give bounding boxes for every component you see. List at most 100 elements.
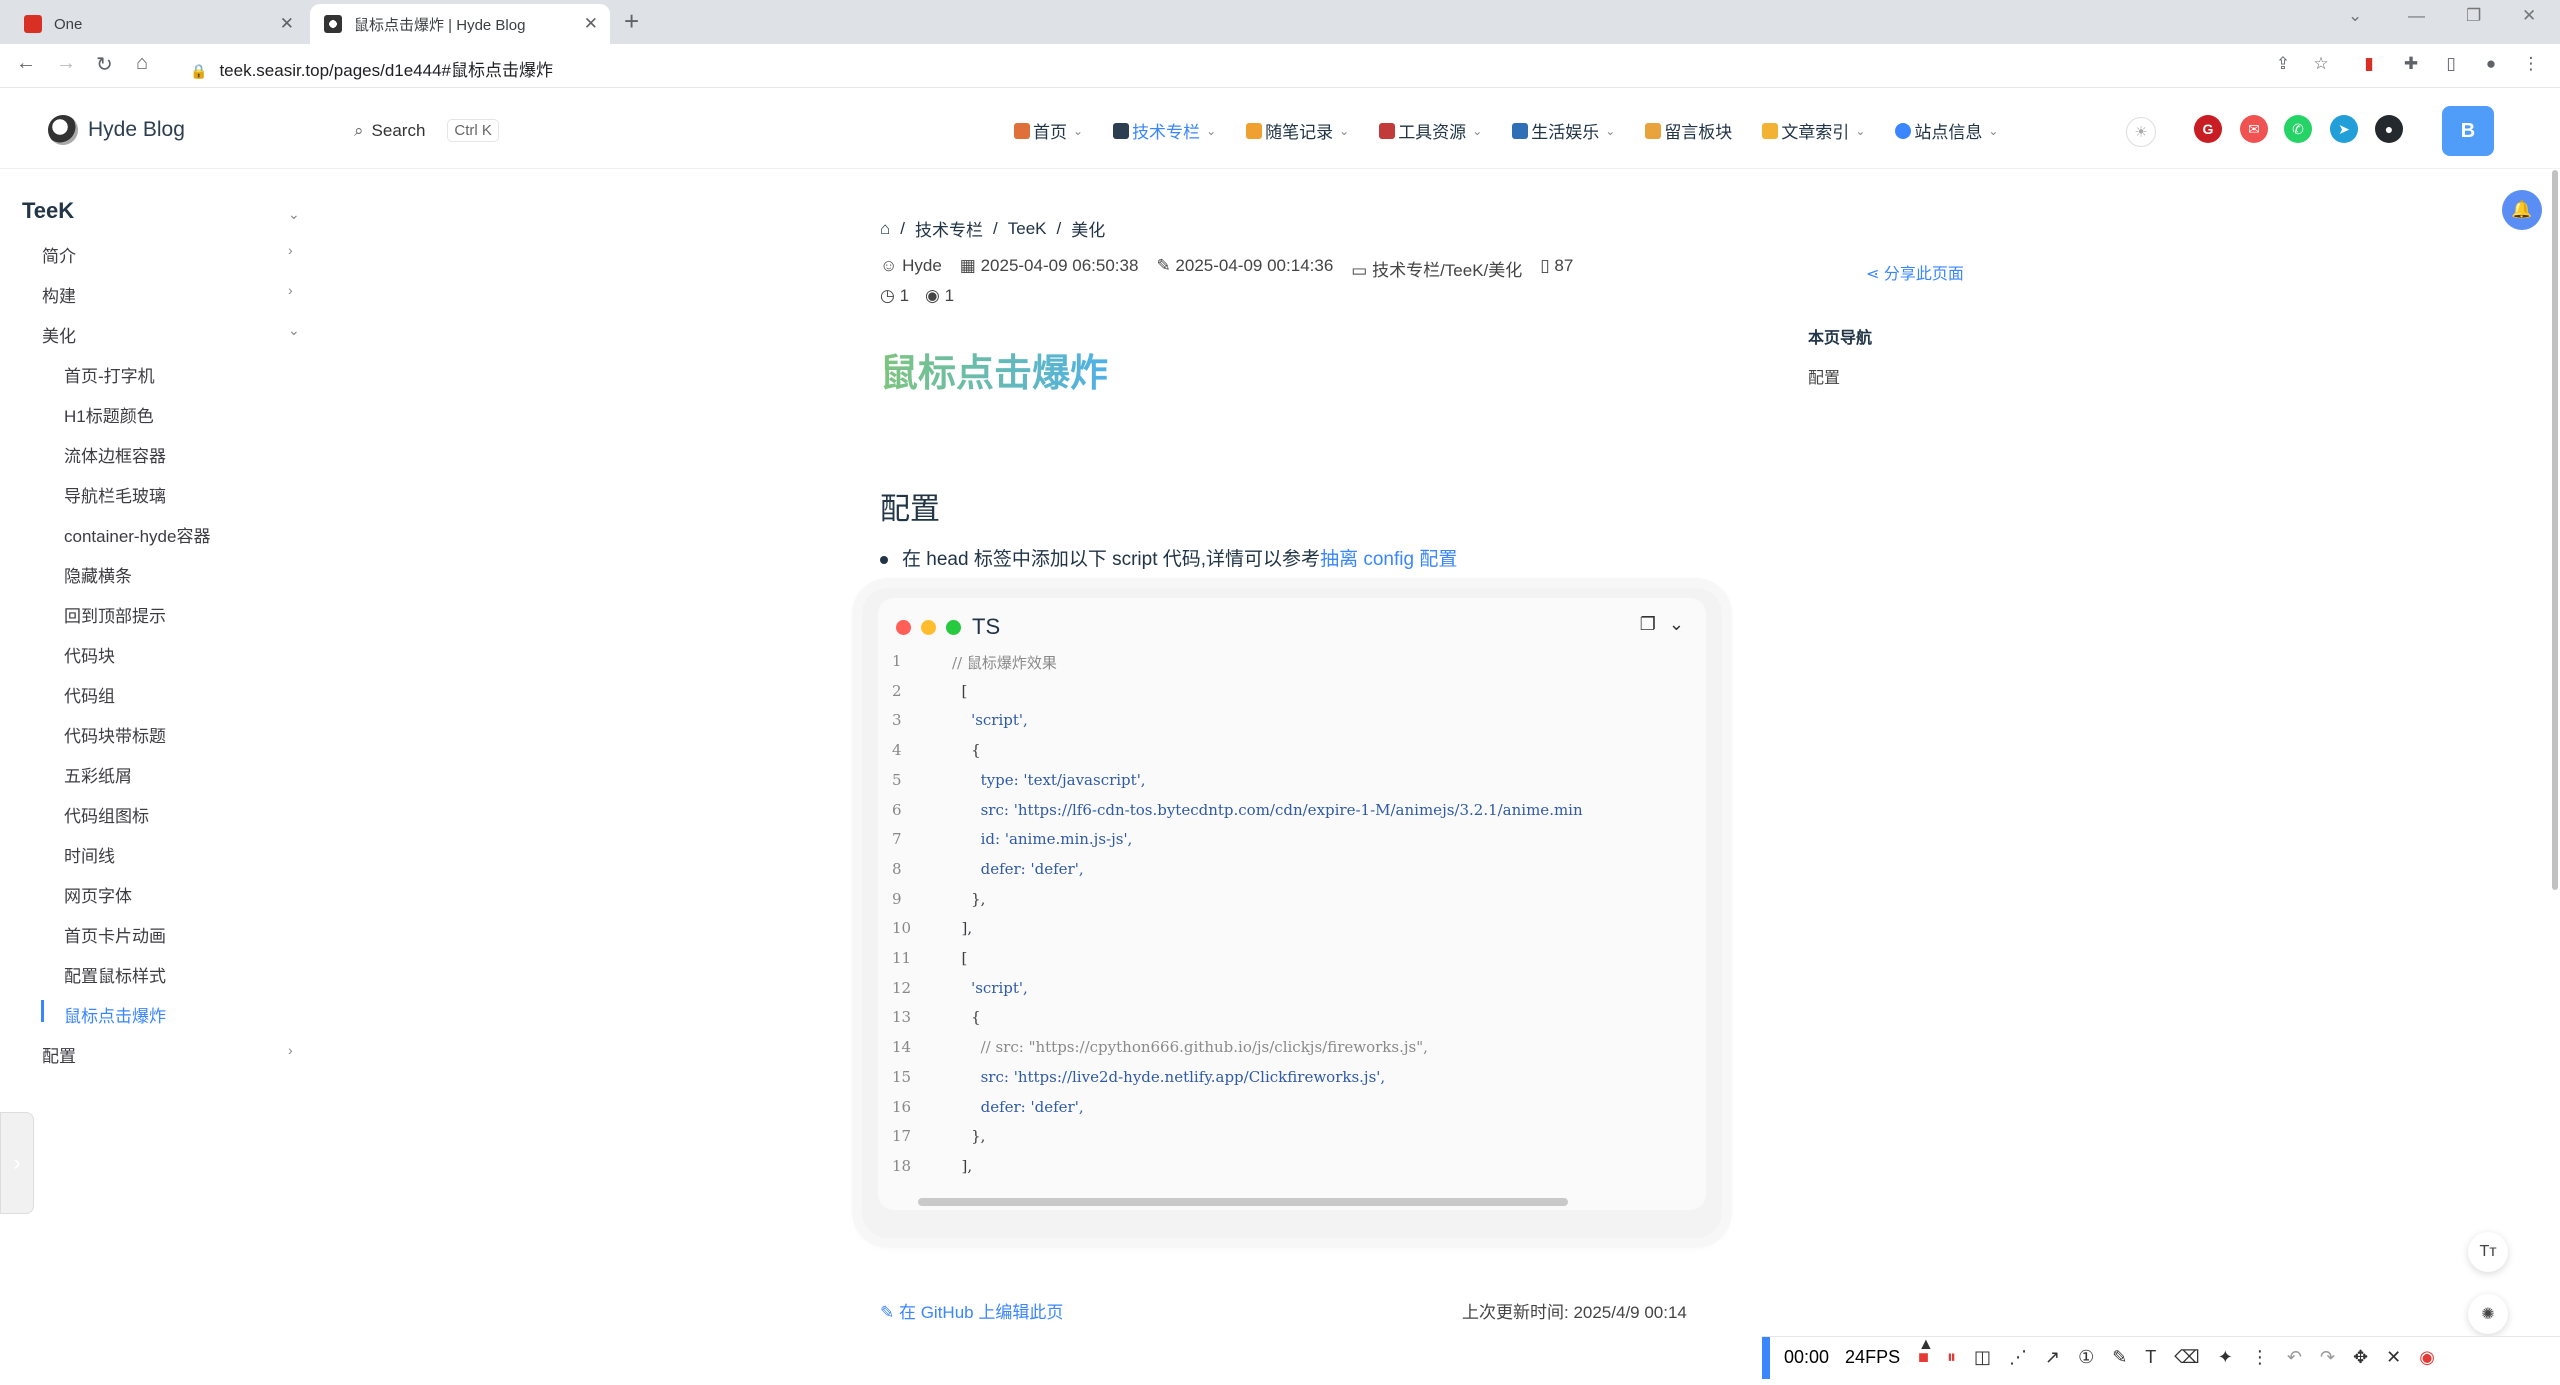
gitee-icon[interactable]: G xyxy=(2194,115,2222,143)
sidebar-child[interactable]: 回到顶部提示 xyxy=(64,602,166,627)
undo-icon[interactable]: ↶ xyxy=(2287,1347,2302,1368)
tab-search-icon[interactable]: ⌄ xyxy=(2348,6,2362,26)
redo-icon[interactable]: ↷ xyxy=(2320,1347,2335,1368)
email-icon[interactable]: ✉ xyxy=(2240,115,2268,143)
reload-icon[interactable]: ↻ xyxy=(96,52,113,77)
new-tab-button[interactable]: + xyxy=(624,6,639,37)
recorder-handle[interactable] xyxy=(1762,1336,1770,1379)
close-recorder-icon[interactable]: ✕ xyxy=(2386,1347,2401,1368)
eraser-tool-icon[interactable]: ⌫ xyxy=(2174,1347,2199,1368)
browser-menu-icon[interactable]: ⋮ xyxy=(2520,54,2542,76)
sidebar-child[interactable]: 导航栏毛玻璃 xyxy=(64,482,166,507)
extensions-puzzle-icon[interactable]: ✚ xyxy=(2400,54,2422,76)
sidebar-child[interactable]: 隐藏横条 xyxy=(64,562,132,587)
more-options-icon[interactable]: ⋮ xyxy=(2251,1347,2269,1368)
user-avatar[interactable]: B xyxy=(2442,106,2494,156)
side-panel-icon[interactable]: ▯ xyxy=(2440,54,2462,76)
config-link[interactable]: 抽离 config 配置 xyxy=(1320,549,1457,570)
chevron-down-icon[interactable]: ⌄ xyxy=(288,322,300,339)
loading-spinner-icon[interactable]: ✺ xyxy=(2468,1294,2508,1334)
minimize-icon[interactable]: — xyxy=(2408,6,2425,26)
sidebar-child[interactable]: 五彩纸屑 xyxy=(64,762,132,787)
edit-on-github-link[interactable]: ✎ 在 GitHub 上编辑此页 xyxy=(880,1298,1063,1323)
share-page-icon[interactable]: ⇪ xyxy=(2272,54,2294,76)
sidebar-item-build[interactable]: 构建 xyxy=(42,282,76,307)
nav-item-siteinfo[interactable]: 站点信息 ⌄ xyxy=(1895,118,1998,143)
chevron-right-icon[interactable]: › xyxy=(288,242,293,258)
spotlight-tool-icon[interactable]: ✦ xyxy=(2218,1347,2233,1368)
page-scrollbar[interactable] xyxy=(2550,170,2560,890)
chevron-right-icon[interactable]: › xyxy=(288,282,293,298)
sidebar-child[interactable]: 代码组 xyxy=(64,682,115,707)
nav-item-tools[interactable]: 工具资源 ⌄ xyxy=(1379,118,1482,143)
chevron-down-icon[interactable]: ⌄ xyxy=(288,206,300,223)
category-meta[interactable]: ▭ 技术专栏/TeeK/美化 xyxy=(1351,256,1522,281)
text-tool-icon[interactable]: T xyxy=(2145,1347,2156,1368)
shape-tool-icon[interactable]: ◫ xyxy=(1974,1347,1991,1368)
telegram-icon[interactable]: ➤ xyxy=(2330,115,2358,143)
nav-item-life[interactable]: 生活娱乐 ⌄ xyxy=(1512,118,1615,143)
sidebar-child[interactable]: 首页卡片动画 xyxy=(64,922,166,947)
nav-item-guestbook[interactable]: 留言板块 xyxy=(1645,118,1732,143)
collapse-chevron-icon[interactable]: ⌄ xyxy=(1669,614,1684,634)
sidebar-child[interactable]: H1标题颜色 xyxy=(64,402,154,427)
font-size-icon[interactable]: Tт xyxy=(2468,1232,2508,1272)
scrollbar-thumb[interactable] xyxy=(2552,170,2558,890)
sidebar-child[interactable]: 首页-打字机 xyxy=(64,362,155,387)
nav-item-home[interactable]: 首页 ⌄ xyxy=(1014,118,1083,143)
sidebar-child[interactable]: container-hyde容器 xyxy=(64,522,210,547)
tab-close-icon[interactable]: ✕ xyxy=(584,14,598,34)
home-icon[interactable]: ⌂ xyxy=(136,52,148,75)
code-horizontal-scrollbar[interactable] xyxy=(918,1198,1568,1206)
pen-tool-icon[interactable]: ✎ xyxy=(2112,1347,2127,1368)
extension-red-icon[interactable]: ▮ xyxy=(2358,54,2380,76)
breadcrumb-item[interactable]: 美化 xyxy=(1071,216,1105,241)
window-close-icon[interactable]: ✕ xyxy=(2522,6,2536,26)
sidebar-child[interactable]: 网页字体 xyxy=(64,882,132,907)
profile-icon[interactable]: ● xyxy=(2480,54,2502,76)
sidebar-child[interactable]: 配置鼠标样式 xyxy=(64,962,166,987)
sidebar-child-active[interactable]: 鼠标点击爆炸 xyxy=(64,1002,166,1027)
home-icon[interactable]: ⌂ xyxy=(880,219,890,239)
restore-icon[interactable]: ❐ xyxy=(2466,6,2481,26)
notification-bell-icon[interactable]: 🔔 xyxy=(2502,190,2542,230)
chevron-right-icon[interactable]: › xyxy=(288,1042,293,1058)
toc-item[interactable]: 配置 xyxy=(1808,364,1840,388)
browser-tab-one[interactable]: One ✕ xyxy=(10,4,306,44)
sidebar-item-config[interactable]: 配置 xyxy=(42,1042,76,1067)
browser-tab-hyde-blog[interactable]: 鼠标点击爆炸 | Hyde Blog ✕ xyxy=(310,4,610,44)
sidebar-child[interactable]: 时间线 xyxy=(64,842,115,867)
url-field[interactable]: 🔒 teek.seasir.top/pages/d1e444#鼠标点击爆炸 xyxy=(190,56,553,81)
polyline-tool-icon[interactable]: ⋰ xyxy=(2009,1347,2027,1368)
arrow-tool-icon[interactable]: ↗ xyxy=(2045,1347,2060,1368)
pause-record-icon[interactable]: ⏸ xyxy=(1947,1347,1956,1368)
sidebar-child[interactable]: 流体边框容器 xyxy=(64,442,166,467)
sidebar-item-intro[interactable]: 简介 xyxy=(42,242,76,267)
nav-item-tech[interactable]: 技术专栏 ⌄ xyxy=(1113,118,1216,143)
sidebar-child[interactable]: 代码块 xyxy=(64,642,115,667)
recorder-fps[interactable]: 24FPS xyxy=(1845,1347,1900,1368)
bookmark-star-icon[interactable]: ☆ xyxy=(2310,54,2332,76)
site-logo[interactable]: Hyde Blog xyxy=(48,115,185,145)
record-settings-icon[interactable]: ◉ xyxy=(2419,1347,2435,1368)
nav-item-index[interactable]: 文章索引 ⌄ xyxy=(1762,118,1865,143)
back-arrow-icon[interactable]: ← xyxy=(16,52,36,75)
breadcrumb-item[interactable]: 技术专栏 xyxy=(915,216,983,241)
sidebar-child[interactable]: 代码块带标题 xyxy=(64,722,166,747)
nav-item-notes[interactable]: 随笔记录 ⌄ xyxy=(1246,118,1349,143)
search-button[interactable]: ⌕ Search Ctrl K xyxy=(354,119,499,142)
forward-arrow-icon[interactable]: → xyxy=(56,52,76,75)
sidebar-toggle-handle[interactable]: › xyxy=(0,1112,34,1214)
sidebar-child[interactable]: 代码组图标 xyxy=(64,802,149,827)
sidebar-group-title[interactable]: TeeK xyxy=(22,198,74,224)
move-icon[interactable]: ✥ xyxy=(2353,1347,2368,1368)
github-icon[interactable]: ● xyxy=(2375,115,2403,143)
breadcrumb-item[interactable]: TeeK xyxy=(1008,219,1047,239)
tab-close-icon[interactable]: ✕ xyxy=(280,14,294,34)
whatsapp-icon[interactable]: ✆ xyxy=(2284,115,2312,143)
sidebar-item-beautify[interactable]: 美化 xyxy=(42,322,76,347)
number-tool-icon[interactable]: ① xyxy=(2078,1347,2094,1368)
copy-icon[interactable]: ❐ xyxy=(1640,614,1656,634)
theme-toggle-sun-icon[interactable]: ☀ xyxy=(2126,117,2156,147)
share-page-link[interactable]: ⋖ 分享此页面 xyxy=(1866,260,1964,284)
